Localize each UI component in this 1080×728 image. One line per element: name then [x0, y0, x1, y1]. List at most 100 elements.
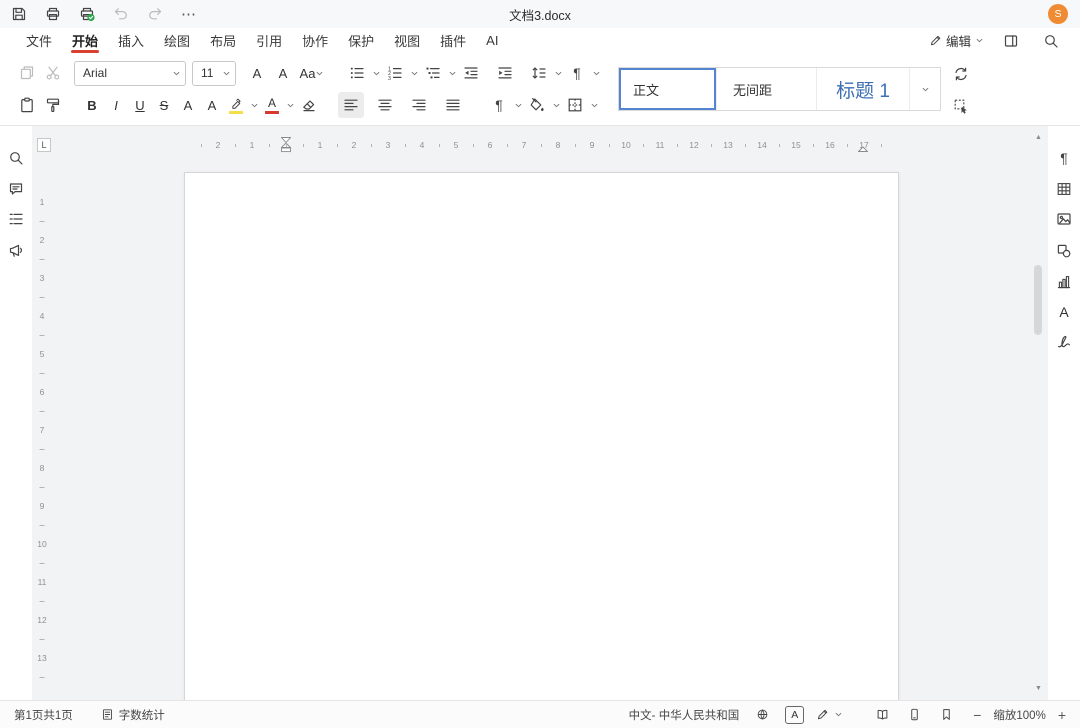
save-icon[interactable]	[8, 3, 30, 25]
paragraph-tool-icon[interactable]: ¶	[1051, 145, 1077, 171]
read-mode-icon[interactable]	[871, 704, 893, 726]
change-case-button[interactable]: Aa	[296, 60, 328, 86]
shading-dropdown[interactable]	[550, 92, 562, 118]
cut-icon[interactable]	[40, 60, 66, 86]
paste-icon[interactable]	[14, 92, 40, 118]
vertical-ruler[interactable]: 1 2 3 4 5 6 7 8 9 10 11 12 13	[32, 126, 52, 700]
strikethrough-button[interactable]: S	[152, 92, 176, 118]
wordart-tool-icon[interactable]: A	[1051, 299, 1077, 325]
scrollbar-thumb[interactable]	[1034, 265, 1042, 335]
side-panel-toggle-icon[interactable]	[998, 28, 1024, 54]
align-left-icon[interactable]	[338, 92, 364, 118]
tab-protect[interactable]: 保护	[338, 28, 384, 53]
shrink-font-button[interactable]: A	[270, 60, 296, 86]
spellcheck-toggle[interactable]: A	[785, 705, 805, 724]
print-icon[interactable]	[42, 3, 64, 25]
highlight-color-dropdown[interactable]	[248, 92, 260, 118]
image-tool-icon[interactable]	[1051, 206, 1077, 232]
style-body-text[interactable]: 正文	[619, 68, 716, 110]
navigation-pane-icon[interactable]	[3, 206, 29, 232]
ink-tool-button[interactable]	[816, 708, 843, 721]
language-selector[interactable]: 中文- 中华人民共和国	[629, 707, 740, 723]
document-page[interactable]	[184, 172, 899, 700]
font-color-dropdown[interactable]	[284, 92, 296, 118]
bookmark-view-icon[interactable]	[935, 704, 957, 726]
align-right-icon[interactable]	[406, 92, 432, 118]
print-preview-icon[interactable]	[76, 3, 98, 25]
tab-plugins[interactable]: 插件	[430, 28, 476, 53]
find-replace-icon[interactable]	[3, 145, 29, 171]
mobile-view-icon[interactable]	[903, 704, 925, 726]
increase-indent-icon[interactable]	[492, 60, 518, 86]
tab-insert[interactable]: 插入	[108, 28, 154, 53]
font-size-select[interactable]: 11	[192, 60, 236, 86]
copy-icon[interactable]	[14, 60, 40, 86]
horizontal-ruler[interactable]: 2 1 1 2 3 4 5 6 7 8 9 10 11 12 13 14 15 16 17	[184, 137, 899, 153]
user-avatar[interactable]: S	[1048, 4, 1068, 24]
underline-button[interactable]: U	[128, 92, 152, 118]
shapes-tool-icon[interactable]	[1051, 238, 1077, 264]
redo-icon[interactable]	[144, 3, 166, 25]
show-marks-icon[interactable]: ¶	[486, 92, 512, 118]
undo-icon[interactable]	[110, 3, 132, 25]
tab-collaborate[interactable]: 协作	[292, 28, 338, 53]
signature-tool-icon[interactable]	[1051, 329, 1077, 355]
style-gallery-expand[interactable]	[909, 68, 940, 110]
align-center-icon[interactable]	[372, 92, 398, 118]
bullet-list-icon[interactable]	[344, 60, 370, 86]
clear-formatting-icon[interactable]	[296, 92, 322, 118]
font-color-button[interactable]: A	[260, 92, 284, 118]
tab-draw[interactable]: 绘图	[154, 28, 200, 53]
line-spacing-dropdown[interactable]	[552, 60, 564, 86]
style-no-spacing[interactable]: 无间距	[716, 68, 816, 110]
line-spacing-icon[interactable]	[526, 60, 552, 86]
font-name-select[interactable]: Arial	[74, 60, 186, 86]
multilevel-list-icon[interactable]	[420, 60, 446, 86]
word-count-button[interactable]: 字数统计	[101, 707, 165, 723]
borders-icon[interactable]	[562, 92, 588, 118]
comment-icon[interactable]	[3, 176, 29, 202]
zoom-in-button[interactable]: +	[1058, 707, 1066, 723]
multilevel-list-dropdown[interactable]	[446, 60, 458, 86]
search-icon[interactable]	[1038, 28, 1064, 54]
scroll-down-arrow[interactable]: ▼	[1031, 685, 1046, 692]
borders-dropdown[interactable]	[588, 92, 600, 118]
bullet-list-dropdown[interactable]	[370, 60, 382, 86]
tab-file[interactable]: 文件	[16, 28, 62, 53]
highlight-color-button[interactable]	[224, 92, 248, 118]
text-direction-icon[interactable]: ¶	[564, 60, 590, 86]
bold-button[interactable]: B	[80, 92, 104, 118]
chart-tool-icon[interactable]	[1051, 269, 1077, 295]
table-tool-icon[interactable]	[1051, 176, 1077, 202]
shading-icon[interactable]	[524, 92, 550, 118]
announce-icon[interactable]	[3, 237, 29, 263]
tab-ai[interactable]: AI	[476, 28, 508, 53]
superscript-button[interactable]: A	[176, 92, 200, 118]
scroll-up-arrow[interactable]: ▲	[1031, 134, 1046, 141]
ruler-tick	[507, 143, 508, 147]
tab-layout[interactable]: 布局	[200, 28, 246, 53]
numbered-list-icon[interactable]	[382, 60, 408, 86]
show-marks-dropdown[interactable]	[512, 92, 524, 118]
tab-view[interactable]: 视图	[384, 28, 430, 53]
subscript-button[interactable]: A	[200, 92, 224, 118]
globe-icon[interactable]	[751, 704, 773, 726]
vertical-scrollbar[interactable]: ▲ ▼	[1031, 126, 1046, 700]
grow-font-button[interactable]: A	[244, 60, 270, 86]
italic-button[interactable]: I	[104, 92, 128, 118]
page-indicator[interactable]: 第1页共1页	[14, 707, 73, 723]
align-justify-icon[interactable]	[440, 92, 466, 118]
numbered-list-dropdown[interactable]	[408, 60, 420, 86]
tab-home[interactable]: 开始	[62, 28, 108, 53]
selection-tool-icon[interactable]	[948, 93, 974, 119]
edit-mode-button[interactable]: 编辑	[929, 31, 984, 50]
zoom-out-button[interactable]: −	[973, 707, 981, 723]
text-direction-dropdown[interactable]	[590, 60, 602, 86]
style-sync-icon[interactable]	[948, 61, 974, 87]
decrease-indent-icon[interactable]	[458, 60, 484, 86]
style-heading-1[interactable]: 标题 1	[816, 68, 909, 110]
more-commands-icon[interactable]: ⋯	[178, 3, 200, 25]
tab-references[interactable]: 引用	[246, 28, 292, 53]
format-painter-icon[interactable]	[40, 92, 66, 118]
zoom-level-label[interactable]: 缩放100%	[993, 707, 1045, 723]
